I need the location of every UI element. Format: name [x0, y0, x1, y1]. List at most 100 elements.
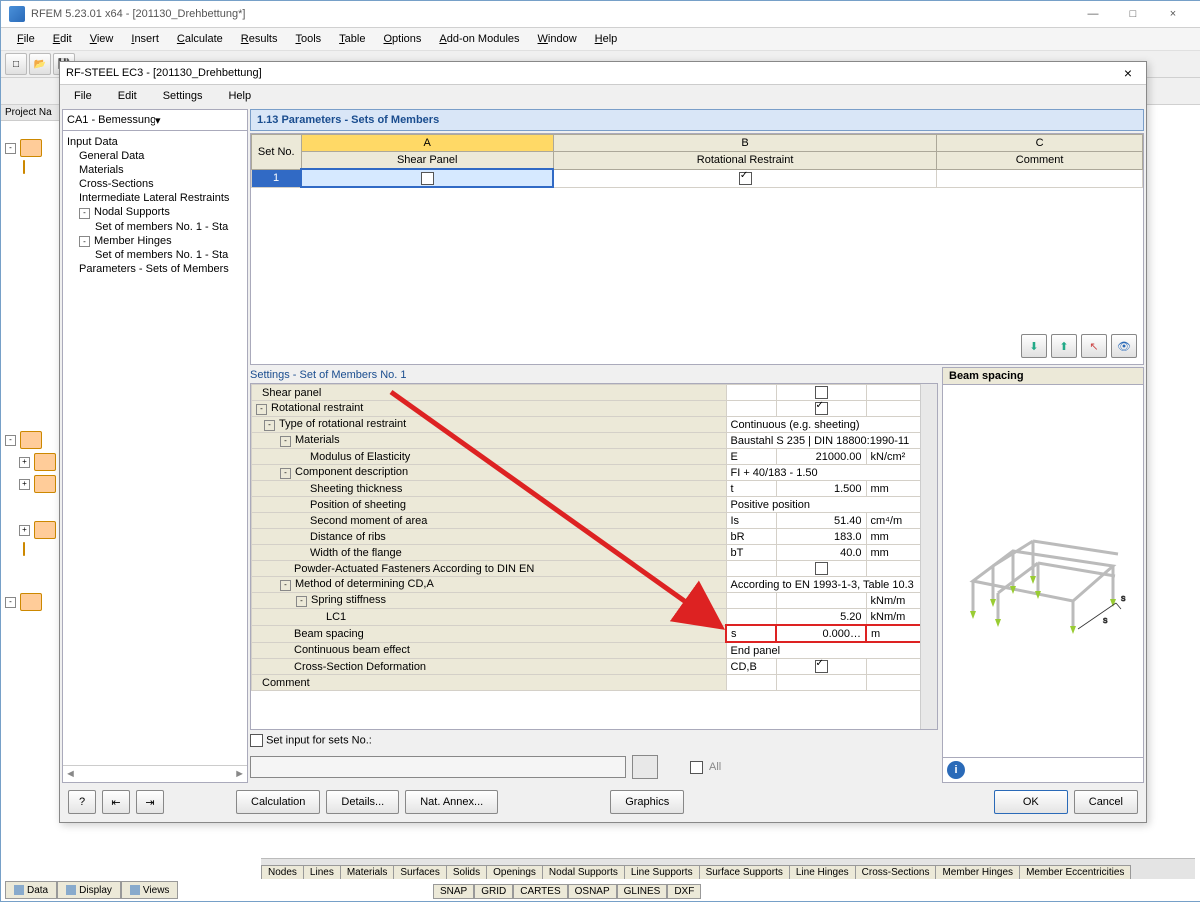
folder-icon[interactable] — [20, 139, 42, 157]
tree-item[interactable]: Parameters - Sets of Members — [67, 262, 243, 276]
menu-edit[interactable]: Edit — [45, 31, 80, 47]
setting-value[interactable]: 5.20 — [776, 609, 866, 626]
maximize-button[interactable]: □ — [1113, 2, 1153, 26]
folder-icon[interactable] — [20, 431, 42, 449]
setting-value[interactable] — [776, 593, 866, 609]
help-button[interactable]: ? — [68, 790, 96, 814]
viewtab-display[interactable]: Display — [57, 881, 121, 899]
col-b-header[interactable]: B — [553, 135, 936, 152]
snap-osnap[interactable]: OSNAP — [568, 884, 617, 899]
tab-nodal-supports[interactable]: Nodal Supports — [542, 865, 625, 879]
setting-value[interactable]: 51.40 — [776, 513, 866, 529]
case-combo[interactable]: CA1 - Bemessung nach Eurocod ▾ — [63, 110, 247, 131]
pick-icon[interactable]: ↖ — [1081, 334, 1107, 358]
menu-view[interactable]: View — [82, 31, 122, 47]
dlg-menu-edit[interactable]: Edit — [110, 88, 145, 104]
folder-icon[interactable] — [23, 160, 25, 174]
snap-glines[interactable]: GLINES — [617, 884, 668, 899]
dlg-menu-help[interactable]: Help — [220, 88, 259, 104]
set-input-checkbox[interactable] — [250, 734, 263, 747]
setting-value[interactable]: 183.0 — [776, 529, 866, 545]
tree-collapse-icon[interactable]: - — [5, 597, 16, 608]
setting-value[interactable]: 21000.00 — [776, 449, 866, 465]
sidebar-scrollbar[interactable]: ◄► — [63, 765, 247, 782]
toolbar-new-icon[interactable]: □ — [5, 53, 27, 75]
input-tree[interactable]: Input DataGeneral DataMaterialsCross-Sec… — [63, 131, 247, 765]
menu-calculate[interactable]: Calculate — [169, 31, 231, 47]
menu-window[interactable]: Window — [530, 31, 585, 47]
setting-value[interactable]: 0.000… — [776, 625, 866, 642]
dlg-menu-settings[interactable]: Settings — [155, 88, 211, 104]
import-icon[interactable]: ⬇ — [1021, 334, 1047, 358]
folder-icon[interactable] — [23, 542, 25, 556]
tab-member-hinges[interactable]: Member Hinges — [935, 865, 1020, 879]
setting-value[interactable] — [776, 675, 866, 691]
folder-icon[interactable] — [20, 593, 42, 611]
snap-toolbar[interactable]: SNAPGRIDCARTESOSNAPGLINESDXF — [433, 884, 701, 899]
dlg-menu-file[interactable]: File — [66, 88, 100, 104]
tree-collapse-icon[interactable]: - — [5, 435, 16, 446]
col-c-header[interactable]: C — [937, 135, 1143, 152]
all-checkbox[interactable] — [690, 761, 703, 774]
setting-value[interactable] — [776, 659, 866, 675]
menu-add-on-modules[interactable]: Add-on Modules — [431, 31, 527, 47]
view-icon[interactable]: 👁 — [1111, 334, 1137, 358]
snap-cartes[interactable]: CARTES — [513, 884, 567, 899]
toolbar-open-icon[interactable]: 📂 — [29, 53, 51, 75]
snap-dxf[interactable]: DXF — [667, 884, 701, 899]
menu-help[interactable]: Help — [587, 31, 626, 47]
tab-surfaces[interactable]: Surfaces — [393, 865, 446, 879]
rotational-restraint-cell[interactable] — [553, 169, 936, 187]
snap-snap[interactable]: SNAP — [433, 884, 474, 899]
details-button[interactable]: Details... — [326, 790, 399, 814]
cancel-button[interactable]: Cancel — [1074, 790, 1138, 814]
ok-button[interactable]: OK — [994, 790, 1068, 814]
tab-line-hinges[interactable]: Line Hinges — [789, 865, 856, 879]
menu-file[interactable]: File — [9, 31, 43, 47]
tree-item[interactable]: -Member Hinges — [67, 234, 243, 249]
tab-lines[interactable]: Lines — [303, 865, 341, 879]
view-tabs[interactable]: DataDisplayViews — [5, 881, 178, 899]
setting-value[interactable]: According to EN 1993-1-3, Table 10.3 — [726, 577, 936, 593]
prev-button[interactable]: ⇤ — [102, 790, 130, 814]
tab-line-supports[interactable]: Line Supports — [624, 865, 700, 879]
tree-item[interactable]: Materials — [67, 163, 243, 177]
next-button[interactable]: ⇥ — [136, 790, 164, 814]
tab-member-eccentricities[interactable]: Member Eccentricities — [1019, 865, 1131, 879]
tree-item[interactable]: Input Data — [67, 135, 243, 149]
tree-item[interactable]: Set of members No. 1 - Sta — [67, 220, 243, 234]
info-icon[interactable]: i — [947, 761, 965, 779]
tree-expand-icon[interactable]: + — [19, 479, 30, 490]
tree-collapse-icon[interactable]: - — [5, 143, 16, 154]
setting-value[interactable]: FI + 40/183 - 1.50 — [726, 465, 936, 481]
menu-table[interactable]: Table — [331, 31, 373, 47]
nat-annex-button[interactable]: Nat. Annex... — [405, 790, 498, 814]
calculation-button[interactable]: Calculation — [236, 790, 320, 814]
col-a-header[interactable]: A — [301, 135, 553, 152]
tree-expand-icon[interactable]: + — [19, 525, 30, 536]
tree-item[interactable]: Cross-Sections — [67, 177, 243, 191]
tree-item[interactable]: General Data — [67, 149, 243, 163]
setting-value[interactable]: End panel — [726, 642, 936, 659]
tab-solids[interactable]: Solids — [446, 865, 487, 879]
tree-expand-icon[interactable]: + — [19, 457, 30, 468]
folder-icon[interactable] — [34, 453, 56, 471]
setting-value[interactable] — [776, 401, 866, 417]
tree-item[interactable]: Set of members No. 1 - Sta — [67, 248, 243, 262]
pick-members-button[interactable] — [632, 755, 658, 779]
setting-value[interactable]: Continuous (e.g. sheeting) — [726, 417, 936, 433]
folder-icon[interactable] — [34, 475, 56, 493]
tab-cross-sections[interactable]: Cross-Sections — [855, 865, 937, 879]
setting-value[interactable]: Positive position — [726, 497, 936, 513]
folder-icon[interactable] — [34, 521, 56, 539]
close-button[interactable]: × — [1153, 2, 1193, 26]
viewtab-views[interactable]: Views — [121, 881, 179, 899]
settings-scrollbar[interactable] — [920, 384, 937, 729]
menu-results[interactable]: Results — [233, 31, 286, 47]
tab-openings[interactable]: Openings — [486, 865, 543, 879]
setting-value[interactable] — [776, 561, 866, 577]
graphics-button[interactable]: Graphics — [610, 790, 684, 814]
menu-options[interactable]: Options — [375, 31, 429, 47]
shear-panel-cell[interactable] — [301, 169, 553, 187]
tree-item[interactable]: -Nodal Supports — [67, 205, 243, 220]
